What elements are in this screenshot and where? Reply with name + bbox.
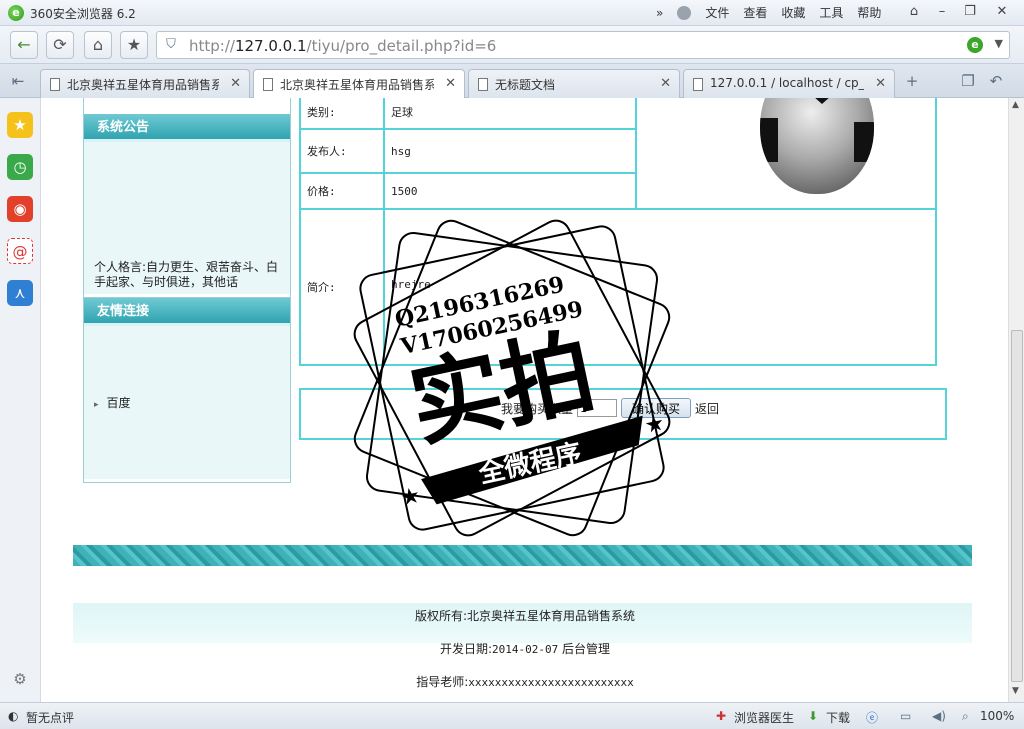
intro-value: hrejre [383, 208, 937, 366]
user-icon[interactable] [677, 5, 692, 20]
browser-sidebar: ★ ◷ ◉ @ ⋏ ⚙ [0, 98, 41, 702]
intro-label: 简介: [299, 208, 385, 366]
status-bar: ◐ 暂无点评 ✚ 浏览器医生 ⬇ 下载 ⓔ ▭ ◀) ⌕ 100% [0, 702, 1024, 729]
weibo-icon[interactable]: ◉ [7, 196, 33, 222]
tab-2-active[interactable]: 北京奥祥五星体育用品销售系统 ✕ [253, 69, 465, 99]
address-bar[interactable]: ⛉ http://127.0.0.1/tiyu/pro_detail.php?i… [156, 31, 1010, 59]
favorite-star-button[interactable]: ★ [120, 31, 148, 59]
close-tab-icon[interactable]: ✕ [660, 76, 671, 91]
notice-title: 系统公告 [84, 114, 290, 142]
back-link[interactable]: 返回 [695, 400, 719, 417]
mail-icon[interactable]: @ [7, 238, 33, 264]
page-icon [693, 78, 703, 91]
confirm-purchase-button[interactable]: 确认购买 [621, 398, 692, 418]
home-button[interactable]: ⌂ [84, 31, 112, 59]
menu-expand-icon[interactable]: » [656, 6, 663, 20]
motto-text: 个人格言:自力更生、艰苦奋斗、白手起家、与时俱进，其他话 [94, 260, 279, 289]
tab-4[interactable]: 127.0.0.1 / localhost / cp_tiyu ✕ [683, 69, 895, 98]
menu-file[interactable]: 文件 [705, 4, 729, 21]
publisher-value: hsg [383, 128, 637, 174]
download-icon: ⬇ [808, 709, 819, 723]
svg-text:全微程序: 全微程序 [475, 438, 584, 490]
back-button[interactable]: ← [10, 31, 38, 59]
menu-help[interactable]: 帮助 [857, 4, 881, 21]
doctor-icon: ✚ [716, 709, 727, 723]
category-value: 足球 [383, 98, 637, 130]
scroll-down-icon[interactable]: ▼ [1012, 686, 1019, 696]
links-panel: 友情连接 百度 [83, 298, 291, 483]
tab-1[interactable]: 北京奥祥五星体育用品销售系统 ✕ [40, 69, 250, 98]
menu-bar: » 文件 查看 收藏 工具 帮助 [656, 4, 895, 21]
restore-button[interactable]: ❐ [956, 2, 984, 22]
vertical-scrollbar[interactable]: ▲ ▼ [1008, 98, 1024, 702]
comment-status[interactable]: 暂无点评 [26, 709, 74, 726]
settings-gear-icon[interactable]: ⚙ [7, 666, 33, 692]
quantity-label: 我要购买数量 [501, 401, 574, 416]
skin-icon[interactable]: ⌂ [900, 2, 928, 22]
address-url[interactable]: http://127.0.0.1/tiyu/pro_detail.php?id=… [189, 37, 496, 55]
menu-tools[interactable]: 工具 [819, 4, 843, 21]
footer-dev-line: 开发日期:2014-02-07 后台管理 [439, 642, 611, 656]
price-value: 1500 [383, 172, 637, 210]
chevron-down-icon[interactable]: ▼ [995, 37, 1003, 50]
footer-teacher-line: 指导老师:xxxxxxxxxxxxxxxxxxxxxxxxx [416, 675, 634, 689]
price-label: 价格: [299, 172, 385, 210]
tab-bar: ⇤ 北京奥祥五星体育用品销售系统 ✕ 北京奥祥五星体育用品销售系统 ✕ 无标题文… [0, 64, 1024, 99]
navigation-bar: ← ⟳ ⌂ ★ ⛉ http://127.0.0.1/tiyu/pro_deta… [0, 26, 1024, 64]
shield-icon: ⛉ [166, 37, 176, 52]
footer-copyright: 版权所有:北京奥祥五星体育用品销售系统 [414, 609, 636, 623]
scroll-up-icon[interactable]: ▲ [1012, 100, 1019, 110]
close-tab-icon[interactable]: ✕ [230, 76, 241, 91]
page-icon [263, 78, 273, 91]
tab-list-icon[interactable]: ❐ [956, 70, 980, 92]
title-bar: e 360安全浏览器 6.2 » 文件 查看 收藏 工具 帮助 ⌂ – ❐ ✕ [0, 0, 1024, 26]
link-baidu[interactable]: 百度 [94, 394, 131, 411]
close-tab-icon[interactable]: ✕ [875, 76, 886, 91]
page-icon [50, 78, 60, 91]
new-tab-icon[interactable]: + [900, 70, 924, 92]
links-title: 友情连接 [84, 298, 290, 326]
app-icon[interactable]: ⋏ [7, 280, 33, 306]
tab-3[interactable]: 无标题文档 ✕ [468, 69, 680, 98]
scroll-thumb[interactable] [1011, 330, 1023, 682]
footer-band [73, 545, 972, 566]
browser-doctor[interactable]: 浏览器医生 [734, 709, 794, 726]
browser-logo-icon: e [8, 5, 24, 21]
svg-text:★: ★ [398, 483, 423, 512]
favorites-star-icon[interactable]: ★ [7, 112, 33, 138]
download-button[interactable]: 下载 [826, 709, 850, 726]
sidebar-toggle-icon[interactable]: ⇤ [6, 70, 30, 92]
window-icon[interactable]: ▭ [900, 709, 911, 723]
ie-mode-icon[interactable]: e [967, 37, 983, 53]
comment-icon[interactable]: ◐ [8, 709, 18, 723]
notice-panel: 系统公告 个人格言:自力更生、艰苦奋斗、白手起家、与时俱进，其他话 [83, 98, 291, 298]
admin-link[interactable]: 后台管理 [562, 642, 610, 656]
menu-favorites[interactable]: 收藏 [781, 4, 805, 21]
zoom-level[interactable]: 100% [980, 709, 1014, 723]
menu-view[interactable]: 查看 [743, 4, 767, 21]
volume-icon[interactable]: ◀) [932, 709, 946, 723]
page-content: 系统公告 个人格言:自力更生、艰苦奋斗、白手起家、与时俱进，其他话 友情连接 百… [42, 98, 1008, 702]
purchase-row: 我要购买数量 确认购买 返回 [299, 388, 947, 440]
history-clock-icon[interactable]: ◷ [7, 154, 33, 180]
refresh-button[interactable]: ⟳ [46, 31, 74, 59]
quantity-input[interactable] [577, 399, 618, 417]
category-label: 类别: [299, 98, 385, 130]
window-title: 360安全浏览器 6.2 [30, 7, 136, 21]
undo-close-icon[interactable]: ↶ [984, 70, 1008, 92]
publisher-label: 发布人: [299, 128, 385, 174]
close-tab-icon[interactable]: ✕ [445, 76, 456, 91]
zoom-icon[interactable]: ⌕ [962, 709, 969, 724]
close-window-button[interactable]: ✕ [988, 2, 1016, 22]
minimize-button[interactable]: – [928, 2, 956, 22]
ie-icon[interactable]: ⓔ [866, 709, 878, 726]
page-icon [478, 78, 488, 91]
